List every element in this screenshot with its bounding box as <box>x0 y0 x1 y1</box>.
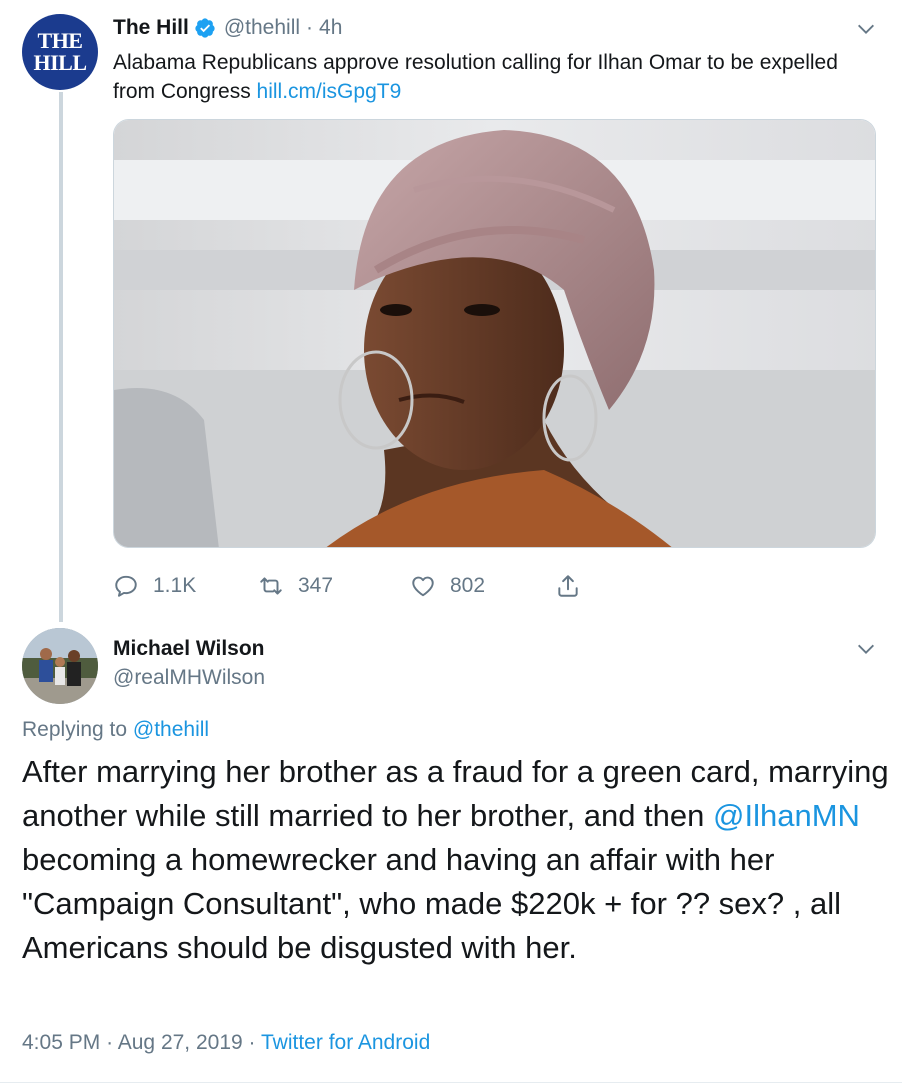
author-name[interactable]: The Hill <box>113 16 189 40</box>
mention-link[interactable]: @IlhanMN <box>713 798 860 833</box>
tweet-header: The Hill @thehill · 4h <box>113 13 342 43</box>
avatar-michael-wilson[interactable] <box>22 628 98 704</box>
header-separator: · <box>306 16 314 39</box>
reply-count: 1.1K <box>153 574 197 597</box>
tweet-time[interactable]: 4h <box>319 16 342 40</box>
like-count: 802 <box>450 574 486 597</box>
retweet-button[interactable]: 347 <box>258 570 333 602</box>
share-button[interactable] <box>555 570 595 602</box>
chevron-down-icon[interactable] <box>855 18 877 40</box>
tweet-text: After marrying her brother as a fraud fo… <box>22 750 892 970</box>
tweet-metadata: 4:05 PM · Aug 27, 2019 · Twitter for And… <box>22 1031 430 1055</box>
tweet-link[interactable]: hill.cm/isGpgT9 <box>257 80 402 103</box>
chevron-down-icon[interactable] <box>855 638 877 660</box>
verified-badge-icon <box>195 18 215 38</box>
tweet-source[interactable]: Twitter for Android <box>261 1031 430 1054</box>
avatar-text-line-2: HILL <box>33 50 87 75</box>
replying-to-handle[interactable]: @thehill <box>133 718 209 741</box>
avatar-the-hill[interactable]: THE HILL <box>22 14 98 90</box>
retweet-icon <box>260 577 282 595</box>
tweet-timestamp[interactable]: 4:05 PM <box>22 1031 100 1054</box>
like-button[interactable]: 802 <box>410 570 485 602</box>
portrait-photo <box>114 120 875 547</box>
share-icon <box>558 575 578 597</box>
meta-separator-2: · <box>248 1031 256 1054</box>
tweet-actions: 1.1K 347 802 <box>113 570 633 602</box>
reply-button[interactable]: 1.1K <box>113 570 196 602</box>
replying-to: Replying to @thehill <box>22 718 209 742</box>
author-handle[interactable]: @realMHWilson <box>113 666 265 690</box>
replying-to-prefix: Replying to <box>22 718 133 741</box>
thread-connector-line <box>59 92 63 622</box>
reply-icon <box>115 575 137 597</box>
like-icon <box>412 576 434 597</box>
retweet-count: 347 <box>298 574 334 597</box>
meta-separator-1: · <box>106 1031 114 1054</box>
avatar-photo <box>22 628 98 704</box>
divider <box>0 1082 902 1083</box>
author-handle[interactable]: @thehill <box>224 16 300 40</box>
tweet-text: Alabama Republicans approve resolution c… <box>113 48 873 106</box>
tweet-text-body: Alabama Republicans approve resolution c… <box>113 51 838 103</box>
tweet-media-photo[interactable] <box>113 119 876 548</box>
tweet-date[interactable]: Aug 27, 2019 <box>118 1031 243 1054</box>
author-name[interactable]: Michael Wilson <box>113 637 265 661</box>
avatar-text-line-1: THE <box>37 28 83 53</box>
